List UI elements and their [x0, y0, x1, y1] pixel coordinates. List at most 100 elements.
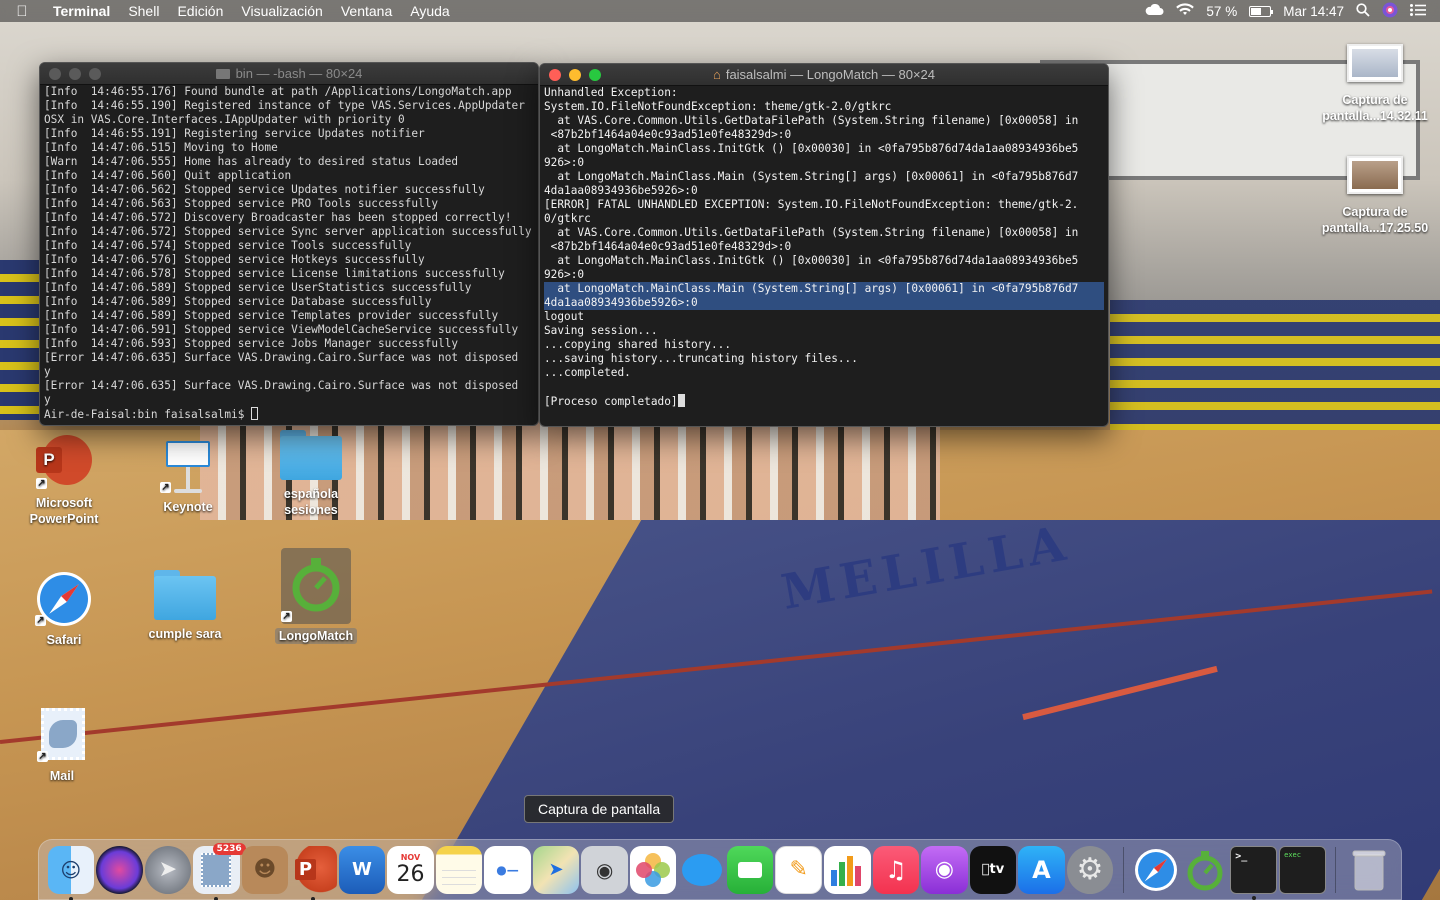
longomatch-icon — [1187, 850, 1223, 890]
finder-face-icon: ☺ — [60, 857, 82, 882]
menu-clock[interactable]: Mar 14:47 — [1283, 4, 1344, 19]
alias-arrow-icon: ↗ — [36, 478, 47, 489]
terminal-line: ...completed. — [544, 366, 631, 379]
icloud-icon[interactable] — [1144, 3, 1164, 19]
text-cursor — [251, 407, 259, 420]
menu-shell[interactable]: Shell — [119, 0, 168, 22]
window-title: bin — -bash — 80×24 — [235, 66, 363, 81]
apple-menu-icon[interactable]:  — [0, 3, 44, 20]
desktop-file-capture-1[interactable]: Captura de pantalla...14.32.11 — [1320, 44, 1430, 124]
minimize-button[interactable] — [69, 67, 81, 80]
menu-app-name[interactable]: Terminal — [44, 0, 119, 22]
terminal-output[interactable]: [Info 14:46:55.176] Found bundle at path… — [40, 85, 538, 421]
dock-screenshot[interactable]: ◉ — [581, 845, 628, 894]
desktop-icon-espanola-sesiones[interactable]: española sesiones — [256, 430, 366, 518]
folder-icon — [280, 430, 342, 480]
close-button[interactable] — [549, 68, 561, 81]
terminal-line: [Info 14:47:06.572] Stopped service Sync… — [44, 225, 532, 238]
dock-safari[interactable] — [1133, 846, 1180, 894]
terminal-line: logout — [544, 310, 585, 323]
terminal-titlebar[interactable]: ⌂ faisalsalmi — LongoMatch — 80×24 — [540, 64, 1108, 86]
dock-pages[interactable]: ✎ — [775, 845, 823, 894]
dock-maps[interactable]: ➤ — [532, 845, 580, 894]
dock-calendar[interactable]: NOV 26 — [387, 845, 434, 894]
dock-numbers[interactable] — [824, 845, 871, 894]
terminal-line: ...saving history...truncating history f… — [544, 352, 858, 365]
dock-system-preferences[interactable]: ⚙ — [1066, 845, 1114, 894]
siri-icon[interactable] — [1382, 2, 1398, 21]
terminal-line: <87b2bf1464a04e0c93ad51e0fe48329d>:0 — [544, 240, 792, 253]
spotlight-search-icon[interactable] — [1356, 2, 1370, 20]
terminal-window-longomatch[interactable]: ⌂ faisalsalmi — LongoMatch — 80×24 Unhand… — [539, 63, 1109, 427]
dock-exec-terminal[interactable]: exec — [1279, 845, 1326, 894]
notification-center-icon[interactable] — [1410, 3, 1426, 19]
screenshot-thumbnail-icon — [1347, 44, 1403, 82]
desktop-icon-cumple-sara[interactable]: cumple sara — [130, 570, 240, 642]
menu-ventana[interactable]: Ventana — [332, 0, 401, 22]
terminal-line: [Info 14:47:06.515] Moving to Home — [44, 141, 278, 154]
zoom-button[interactable] — [89, 67, 101, 80]
desktop-file-capture-2[interactable]: Captura de pantalla...17.25.50 — [1320, 156, 1430, 236]
dock-longomatch[interactable] — [1182, 846, 1229, 894]
terminal-output[interactable]: Unhandled Exception: System.IO.FileNotFou… — [540, 86, 1108, 408]
minimize-button[interactable] — [569, 68, 581, 81]
dock-trash[interactable] — [1346, 846, 1393, 894]
terminal-window-bash[interactable]: bin — -bash — 80×24 [Info 14:46:55.176] … — [39, 62, 539, 426]
dock-photos[interactable] — [629, 845, 677, 894]
screenshot-thumbnail-icon — [1347, 156, 1403, 194]
dock-app-store[interactable]: A — [1018, 845, 1065, 894]
terminal-line: [Info 14:46:55.190] Registered instance … — [44, 99, 525, 112]
terminal-line: [Error 14:47:06.635] Surface VAS.Drawing… — [44, 379, 519, 392]
dock-messages[interactable] — [678, 846, 725, 894]
close-button[interactable] — [49, 67, 61, 80]
terminal-line: [Info 14:47:06.578] Stopped service Lice… — [44, 267, 505, 280]
desktop-icon-keynote[interactable]: ↗ Keynote — [133, 437, 243, 515]
capture-2-label: Captura de pantalla...17.25.50 — [1321, 205, 1429, 235]
mail-badge: 5236 — [212, 842, 246, 855]
dock-reminders[interactable]: ●— — [484, 845, 531, 894]
desktop-icon-safari[interactable]: ↗ Safari — [9, 570, 119, 648]
dock-music[interactable]: ♫ — [872, 845, 920, 894]
longomatch-label: LongoMatch — [274, 628, 358, 644]
cumple-sara-label: cumple sara — [148, 627, 222, 641]
dock-notes[interactable] — [435, 845, 483, 894]
zoom-button[interactable] — [589, 68, 601, 81]
powerpoint-icon: P ↗ — [36, 435, 92, 491]
app-store-icon: A — [1032, 855, 1051, 884]
wifi-icon[interactable] — [1176, 3, 1195, 19]
battery-percent[interactable]: 57 % — [1206, 4, 1237, 19]
music-note-icon: ♫ — [885, 855, 907, 884]
terminal-line: [Info 14:46:55.176] Found bundle at path… — [44, 85, 512, 98]
dock-word[interactable]: W — [338, 845, 386, 894]
dock-podcasts[interactable]: ◉ — [921, 845, 968, 894]
desktop-icon-mail[interactable]: ↗ Mail — [7, 706, 117, 784]
menu-ayuda[interactable]: Ayuda — [401, 0, 458, 22]
keynote-label: Keynote — [163, 500, 213, 514]
powerpoint-icon: P — [294, 859, 317, 880]
dock-launchpad[interactable]: ➤ — [144, 845, 192, 894]
maps-icon: ➤ — [548, 859, 564, 880]
dock-mail[interactable]: 5236 — [193, 842, 246, 900]
terminal-line: at LongoMatch.MainClass.Main (System.Str… — [544, 170, 1079, 183]
menu-visualizacion[interactable]: Visualización — [232, 0, 331, 22]
terminal-prompt-line[interactable]: Air-de-Faisal:bin faisalsalmi$ — [44, 407, 534, 421]
dock-siri[interactable] — [96, 845, 143, 894]
photos-icon — [636, 852, 671, 887]
dock-powerpoint[interactable]: P — [290, 845, 337, 900]
terminal-titlebar[interactable]: bin — -bash — 80×24 — [40, 63, 538, 85]
longomatch-icon: ↗ — [281, 548, 351, 624]
safari-icon: ↗ — [35, 570, 93, 628]
espanola-sesiones-label: española sesiones — [283, 487, 339, 517]
menu-edicion[interactable]: Edición — [168, 0, 232, 22]
desktop-icon-powerpoint[interactable]: P ↗ Microsoft PowerPoint — [9, 435, 119, 527]
desktop-icon-longomatch[interactable]: ↗ LongoMatch — [261, 548, 371, 644]
dock-finder[interactable]: ☺ — [47, 845, 95, 900]
window-title: faisalsalmi — LongoMatch — 80×24 — [725, 67, 936, 82]
battery-icon[interactable] — [1249, 5, 1274, 17]
dock-apple-tv[interactable]: tv — [969, 845, 1017, 894]
dock-terminal[interactable]: >_ — [1230, 845, 1278, 900]
terminal-prompt-icon: >_ — [1235, 850, 1248, 862]
dock-facetime[interactable] — [726, 845, 774, 894]
dock-separator — [1122, 846, 1124, 893]
dock-contacts[interactable]: ☻ — [241, 845, 289, 894]
